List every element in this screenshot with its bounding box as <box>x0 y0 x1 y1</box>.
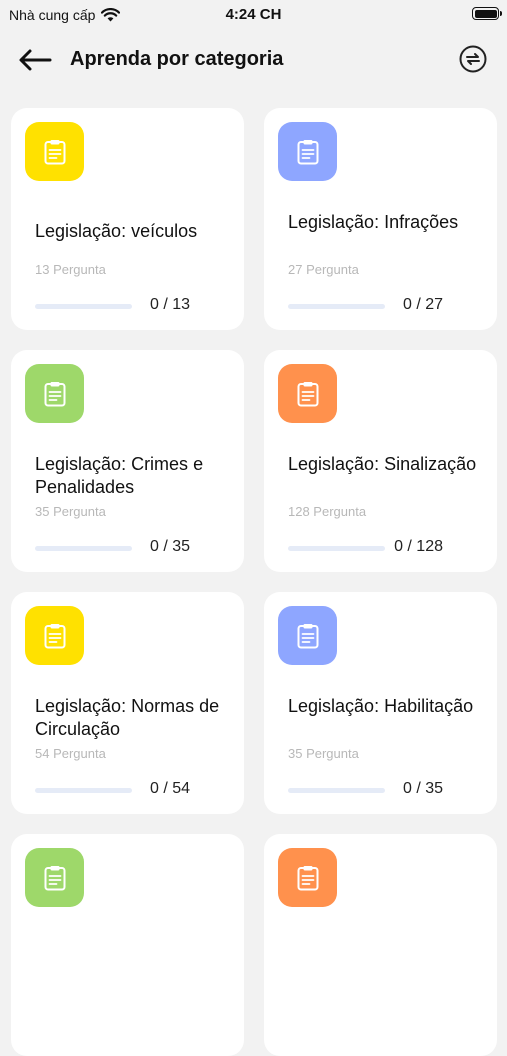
category-title: Legislação: Normas de Circulação <box>35 696 220 739</box>
progress-text: 0 / 35 <box>402 780 443 797</box>
swap-circle-icon[interactable] <box>459 45 487 73</box>
battery-icon <box>472 7 502 20</box>
progress-text: 0 / 27 <box>402 296 443 313</box>
category-title: Legislação: Habilitação <box>288 696 474 716</box>
category-card-partial-2[interactable] <box>264 834 497 1056</box>
question-count: 54 Pergunta <box>35 746 106 761</box>
category-icon-box <box>25 606 84 665</box>
category-title: Legislação: veículos <box>35 221 198 241</box>
category-icon-box <box>278 122 337 181</box>
progress-bar <box>35 304 132 309</box>
clipboard-icon <box>44 865 65 890</box>
clipboard-icon <box>44 139 65 164</box>
category-card-infracoes[interactable]: Legislação: Infrações 27 Pergunta 0 / 27 <box>264 108 497 330</box>
question-count: 13 Pergunta <box>35 262 106 277</box>
page-title: Aprenda por categoria <box>70 48 284 70</box>
progress-text: 0 / 35 <box>149 538 190 555</box>
back-arrow-icon[interactable] <box>18 48 52 72</box>
category-card-sinalizacao[interactable]: Legislação: Sinalização 128 Pergunta 0 /… <box>264 350 497 572</box>
progress-bar <box>288 304 385 309</box>
progress-bar <box>288 788 385 793</box>
question-count: 35 Pergunta <box>35 504 106 519</box>
category-icon-box <box>25 122 84 181</box>
progress-text: 0 / 13 <box>149 296 190 313</box>
question-count: 128 Pergunta <box>288 504 367 519</box>
category-title: Legislação: Infrações <box>288 212 459 232</box>
category-card-partial-1[interactable] <box>11 834 244 1056</box>
category-card-normas-circulacao[interactable]: Legislação: Normas de Circulação 54 Perg… <box>11 592 244 814</box>
progress-bar <box>35 546 132 551</box>
category-icon-box <box>278 848 337 907</box>
status-bar: Nhà cung cấp 4:24 CH <box>0 0 507 30</box>
clipboard-icon <box>297 139 318 164</box>
question-count: 27 Pergunta <box>288 262 359 277</box>
category-icon-box <box>25 848 84 907</box>
clipboard-icon <box>44 381 65 406</box>
progress-bar <box>288 546 385 551</box>
question-count: 35 Pergunta <box>288 746 359 761</box>
category-icon-box <box>25 364 84 423</box>
clipboard-icon <box>297 623 318 648</box>
clipboard-icon <box>297 381 318 406</box>
category-card-crimes-penalidades[interactable]: Legislação: Crimes e Penalidades 35 Perg… <box>11 350 244 572</box>
category-title: Legislação: Crimes e Penalidades <box>35 454 204 497</box>
category-title: Legislação: Sinalização <box>288 454 477 474</box>
category-card-veiculos[interactable]: Legislação: veículos 13 Pergunta 0 / 13 <box>11 108 244 330</box>
header: Aprenda por categoria <box>0 40 507 80</box>
progress-text: 0 / 54 <box>149 780 190 797</box>
progress-bar <box>35 788 132 793</box>
progress-text: 0 / 128 <box>394 538 443 555</box>
category-icon-box <box>278 606 337 665</box>
status-time: 4:24 CH <box>225 6 282 23</box>
category-card-habilitacao[interactable]: Legislação: Habilitação 35 Pergunta 0 / … <box>264 592 497 814</box>
clipboard-icon <box>297 865 318 890</box>
category-icon-box <box>278 364 337 423</box>
clipboard-icon <box>44 623 65 648</box>
